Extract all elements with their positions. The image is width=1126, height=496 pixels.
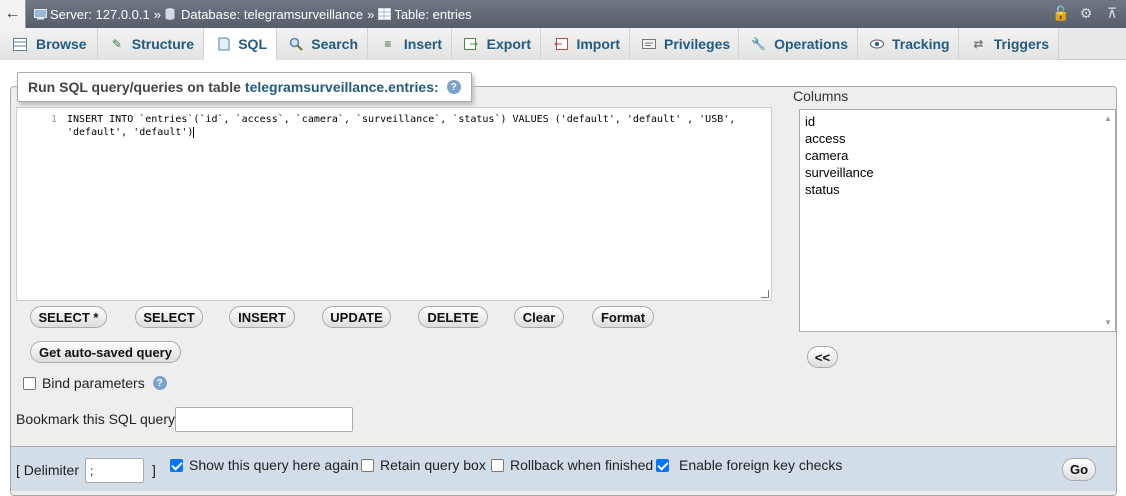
tab-structure[interactable]: ✎ Structure — [98, 28, 204, 60]
privileges-icon — [642, 36, 656, 52]
delimiter-input[interactable] — [85, 458, 144, 483]
lock-icon[interactable]: 🔓 — [1052, 5, 1069, 21]
text-cursor — [193, 126, 195, 138]
foreign-key-checks-checkbox[interactable] — [656, 458, 669, 472]
select-star-button[interactable]: SELECT * — [30, 306, 107, 328]
format-button[interactable]: Format — [592, 306, 654, 328]
search-icon — [289, 36, 303, 52]
tab-import[interactable]: Import — [541, 28, 630, 60]
breadcrumb-separator: » — [367, 6, 375, 22]
sql-code-line-1: INSERT INTO `entries`(`id`, `access`, `c… — [67, 114, 736, 125]
sql-code-line-2: 'default', 'default') — [67, 127, 194, 138]
insert-icon: ≡ — [384, 37, 392, 51]
show-query-checkbox[interactable] — [170, 458, 183, 472]
tab-triggers[interactable]: ⇄ Triggers — [959, 28, 1059, 60]
retain-query-box-checkbox[interactable] — [361, 458, 374, 472]
table-tabs: Browse ✎ Structure SQL Search ≡ Insert E… — [0, 28, 1126, 61]
top-navigation-bar: ← Server: 127.0.0.1 » Database: telegram… — [0, 0, 1126, 28]
bookmark-label: Bookmark this SQL query: — [16, 411, 179, 427]
tab-sql[interactable]: SQL — [204, 28, 277, 61]
import-icon — [553, 36, 568, 52]
delete-button[interactable]: DELETE — [418, 306, 488, 328]
retain-query-box-option[interactable]: Retain query box — [361, 457, 486, 473]
wrench-icon: 🔧 — [751, 37, 767, 51]
tab-operations[interactable]: 🔧 Operations — [739, 28, 858, 60]
database-icon — [165, 8, 178, 20]
delimiter-label: [ Delimiter — [16, 462, 80, 478]
bind-parameters-checkbox[interactable] — [23, 376, 36, 390]
back-arrow-icon[interactable]: ← — [0, 0, 26, 28]
collapse-icon[interactable]: ⊼ — [1104, 5, 1120, 21]
foreign-key-checks-option[interactable]: Enable foreign key checks — [656, 457, 842, 473]
select-button[interactable]: SELECT — [135, 306, 203, 328]
tab-search[interactable]: Search — [277, 28, 368, 60]
sql-editor[interactable]: 1 INSERT INTO `entries`(`id`, `access`, … — [16, 107, 772, 301]
column-option[interactable]: camera — [805, 147, 1110, 164]
gear-icon[interactable]: ⚙ — [1078, 5, 1094, 21]
sql-code[interactable]: INSERT INTO `entries`(`id`, `access`, `c… — [67, 113, 757, 139]
browse-icon — [12, 36, 28, 52]
sql-query-legend: Run SQL query/queries on table telegrams… — [17, 72, 472, 102]
columns-list[interactable]: id access camera surveillance status ▲ ▼ — [799, 109, 1116, 332]
help-icon[interactable]: ? — [152, 376, 167, 390]
scroll-down-arrow-icon[interactable]: ▼ — [1104, 318, 1112, 327]
insert-column-button[interactable]: << — [807, 346, 838, 368]
column-option[interactable]: id — [805, 113, 1110, 130]
breadcrumb-database[interactable]: Database: telegramsurveillance — [165, 7, 363, 22]
insert-button[interactable]: INSERT — [229, 306, 295, 328]
columns-label: Columns — [793, 88, 849, 104]
scroll-up-arrow-icon[interactable]: ▲ — [1104, 114, 1112, 123]
tab-browse[interactable]: Browse — [0, 28, 98, 60]
breadcrumb: Server: 127.0.0.1 » Database: telegramsu… — [34, 7, 472, 22]
structure-icon: ✎ — [111, 37, 122, 51]
clear-button[interactable]: Clear — [514, 306, 564, 328]
editor-gutter — [17, 108, 57, 300]
column-option[interactable]: status — [805, 181, 1110, 198]
breadcrumb-server[interactable]: Server: 127.0.0.1 — [34, 7, 150, 22]
triggers-icon: ⇄ — [973, 37, 984, 51]
rollback-option[interactable]: Rollback when finished — [491, 457, 653, 473]
resize-handle-icon[interactable] — [761, 290, 769, 298]
bookmark-input[interactable] — [175, 407, 353, 432]
eye-icon — [870, 36, 884, 52]
bind-parameters-option[interactable]: Bind parameters ? — [23, 375, 167, 391]
line-number: 1 — [51, 114, 58, 125]
tab-tracking[interactable]: Tracking — [858, 28, 959, 60]
tab-export[interactable]: Export — [452, 28, 541, 60]
bind-parameters-label: Bind parameters — [42, 375, 145, 391]
server-icon — [34, 8, 47, 20]
breadcrumb-table[interactable]: Table: entries — [378, 7, 472, 22]
show-query-option[interactable]: Show this query here again — [170, 457, 359, 473]
tab-privileges[interactable]: Privileges — [630, 28, 739, 60]
sql-icon — [216, 36, 230, 52]
legend-table-name: telegramsurveillance.entries: — [244, 79, 439, 95]
rollback-checkbox[interactable] — [491, 458, 504, 472]
table-icon — [378, 8, 392, 20]
breadcrumb-separator: » — [153, 6, 161, 22]
update-button[interactable]: UPDATE — [322, 306, 391, 328]
tab-insert[interactable]: ≡ Insert — [368, 28, 452, 60]
delimiter-close-bracket: ] — [152, 462, 156, 478]
go-button[interactable]: Go — [1062, 458, 1096, 481]
export-icon — [464, 36, 479, 52]
column-option[interactable]: access — [805, 130, 1110, 147]
help-icon[interactable]: ? — [446, 80, 461, 94]
column-option[interactable]: surveillance — [805, 164, 1110, 181]
get-autosaved-query-button[interactable]: Get auto-saved query — [30, 341, 181, 363]
